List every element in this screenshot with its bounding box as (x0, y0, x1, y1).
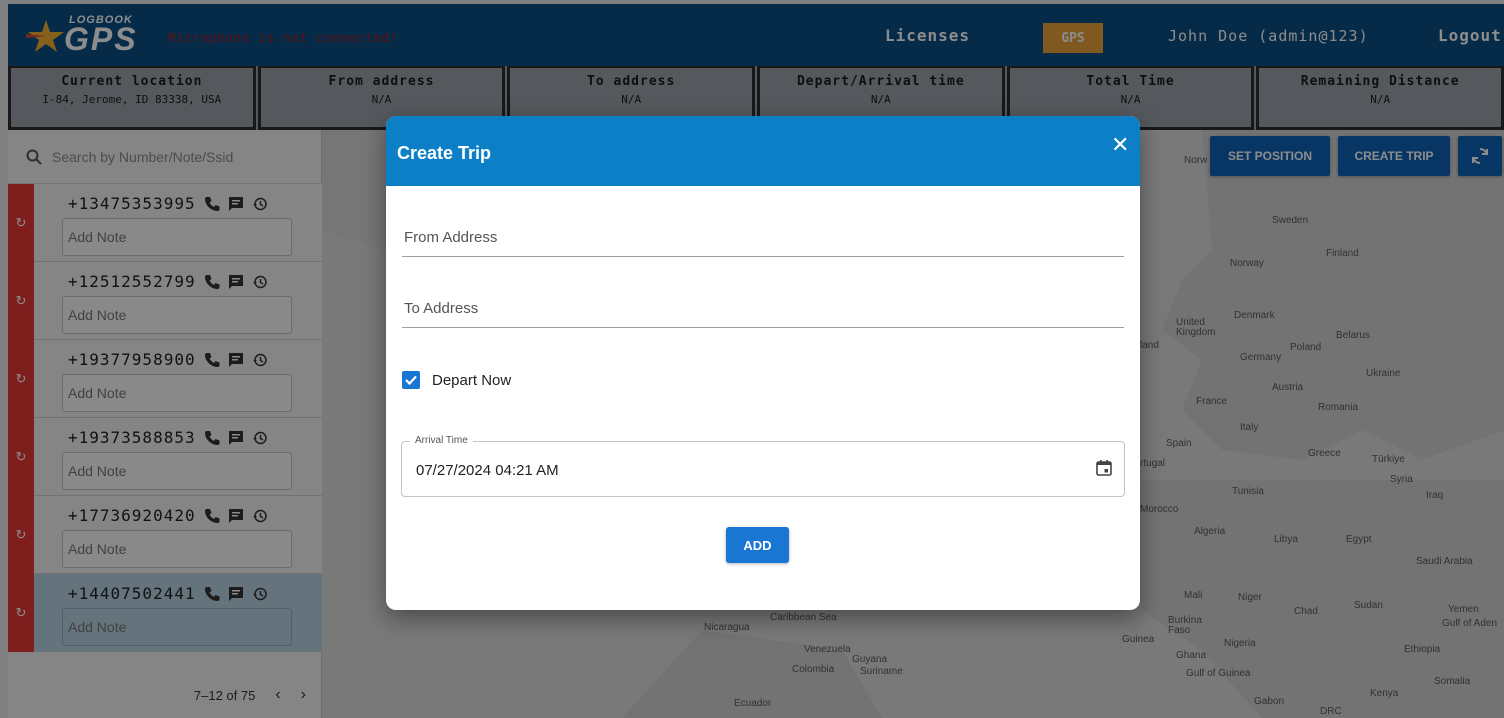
close-icon[interactable]: ✕ (1111, 134, 1129, 156)
create-trip-dialog: Create Trip ✕ Depart Now Arrival Time 07… (386, 116, 1140, 610)
check-icon (405, 375, 417, 386)
arrival-time-label: Arrival Time (410, 435, 473, 446)
arrival-time-value[interactable]: 07/27/2024 04:21 AM (416, 462, 559, 479)
to-address-field[interactable] (402, 268, 1124, 328)
from-address-field[interactable] (402, 197, 1124, 257)
calendar-icon[interactable] (1095, 459, 1113, 477)
depart-now-label: Depart Now (432, 371, 512, 389)
depart-now-checkbox[interactable] (402, 371, 420, 389)
dialog-header: Create Trip ✕ (386, 116, 1140, 186)
dialog-title: Create Trip (397, 143, 492, 163)
arrival-time-field[interactable]: Arrival Time 07/27/2024 04:21 AM (401, 435, 1125, 497)
to-address-input[interactable] (404, 300, 1104, 317)
add-button[interactable]: ADD (726, 527, 789, 563)
depart-now-row[interactable]: Depart Now (402, 371, 511, 389)
from-address-input[interactable] (404, 229, 1104, 246)
